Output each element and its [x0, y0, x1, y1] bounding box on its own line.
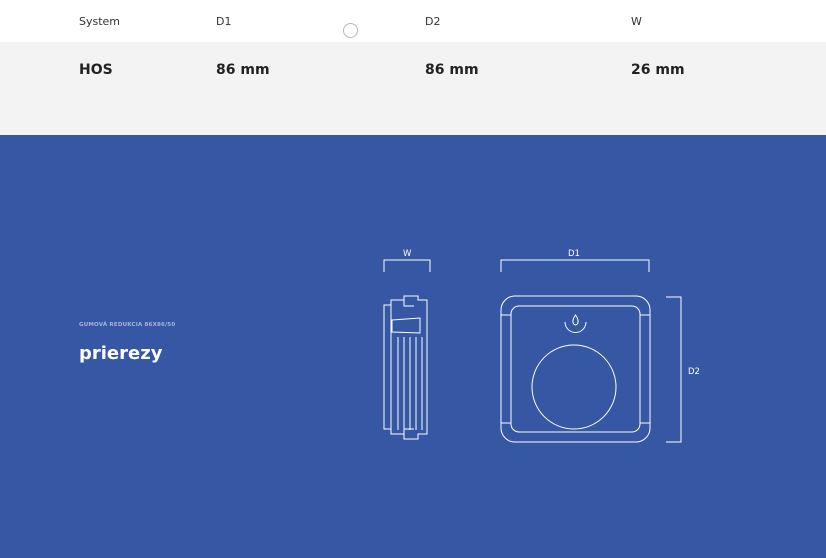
header-d1: D1	[216, 15, 232, 28]
header-system: System	[79, 15, 121, 28]
section-subtitle: GUMOVÁ REDUKCIA 86X86/50	[79, 322, 176, 328]
center-opening	[531, 344, 617, 430]
cross-section-diagram: W D1 D2	[383, 249, 700, 443]
d2-dimension-bracket	[666, 296, 682, 443]
header-d2: D2	[425, 15, 441, 28]
d1-label: D1	[568, 249, 580, 259]
front-view	[500, 295, 651, 443]
d1-dimension-bracket	[500, 259, 650, 272]
water-drop-icon	[564, 314, 587, 333]
side-profile	[383, 295, 428, 440]
w-label: W	[403, 249, 412, 259]
cell-d2: 86 mm	[425, 62, 479, 78]
d2-label: D2	[688, 367, 700, 377]
table-row: HOS 86 mm 86 mm 26 mm	[0, 42, 826, 135]
cross-section-panel: GUMOVÁ REDUKCIA 86X86/50 prierezy W D1 D…	[0, 135, 826, 558]
w-dimension-bracket	[383, 259, 431, 272]
spec-table-header: System D1 D2 W	[0, 0, 826, 42]
header-w: W	[631, 15, 642, 28]
cell-w: 26 mm	[631, 62, 685, 78]
section-title: prierezy	[79, 343, 163, 364]
cell-system: HOS	[79, 62, 113, 78]
cell-d1: 86 mm	[216, 62, 270, 78]
radio-icon[interactable]	[343, 23, 358, 38]
